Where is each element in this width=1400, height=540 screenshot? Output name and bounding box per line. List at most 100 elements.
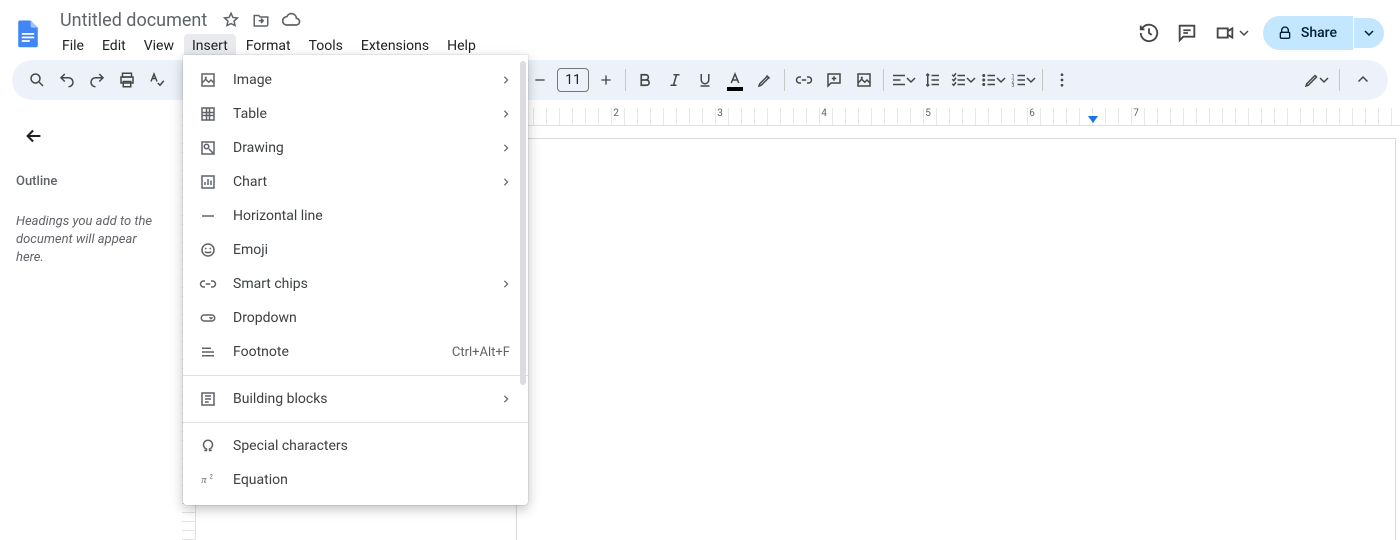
back-arrow-icon[interactable]	[16, 118, 52, 154]
undo-icon[interactable]	[52, 65, 82, 95]
menu-separator	[183, 375, 528, 376]
menu-item-label: Emoji	[233, 242, 510, 258]
svg-text:π: π	[201, 475, 207, 486]
menu-extensions[interactable]: Extensions	[353, 34, 437, 58]
menu-item-label: Image	[233, 72, 486, 88]
more-icon[interactable]	[1047, 65, 1077, 95]
insert-horizontal-line[interactable]: Horizontal line	[183, 199, 528, 233]
insert-building-blocks[interactable]: Building blocks	[183, 382, 528, 416]
menu-item-label: Chart	[233, 174, 486, 190]
menu-view[interactable]: View	[136, 34, 182, 58]
equation-icon: π2	[199, 471, 217, 489]
editing-mode-dropdown[interactable]	[1301, 71, 1331, 89]
bold-icon[interactable]	[630, 65, 660, 95]
insert-smart-chips[interactable]: Smart chips	[183, 267, 528, 301]
outline-hint: Headings you add to the document will ap…	[16, 213, 166, 268]
ruler-number: 4	[821, 108, 827, 119]
insert-chart[interactable]: Chart	[183, 165, 528, 199]
share-button[interactable]: Share	[1263, 16, 1353, 50]
collapse-icon[interactable]	[1348, 65, 1378, 95]
menu-item-label: Horizontal line	[233, 208, 510, 224]
insert-menu-dropdown: Image Table Drawing Chart Horizontal line Emo…	[183, 55, 528, 505]
menu-separator	[183, 422, 528, 423]
menu-tools[interactable]: Tools	[301, 34, 351, 58]
font-size-increase-icon[interactable]	[591, 65, 621, 95]
font-size-input[interactable]: 11	[557, 68, 589, 92]
bulleted-list-dropdown[interactable]	[978, 71, 1008, 89]
submenu-arrow-icon	[502, 110, 510, 118]
dropdown-icon	[199, 309, 217, 327]
menu-item-label: Equation	[233, 472, 510, 488]
menu-format[interactable]: Format	[238, 34, 299, 58]
insert-image-icon[interactable]	[849, 65, 879, 95]
menu-item-label: Table	[233, 106, 486, 122]
insert-footnote[interactable]: Footnote Ctrl+Alt+F	[183, 335, 528, 369]
document-page[interactable]	[516, 138, 1396, 540]
chip-icon	[199, 275, 217, 293]
ruler-number: 2	[613, 108, 619, 119]
footnote-icon	[199, 343, 217, 361]
menu-item-label: Footnote	[233, 344, 436, 360]
omega-icon	[199, 437, 217, 455]
align-dropdown[interactable]	[888, 71, 918, 89]
ruler-marker-icon[interactable]	[1088, 116, 1098, 123]
cloud-status-icon[interactable]	[281, 10, 301, 30]
font-size-decrease-icon[interactable]	[525, 65, 555, 95]
text-color-icon[interactable]	[720, 65, 750, 95]
share-button-label: Share	[1301, 25, 1337, 41]
submenu-arrow-icon	[502, 280, 510, 288]
menu-shortcut: Ctrl+Alt+F	[452, 345, 510, 360]
outline-sidebar: Outline Headings you add to the document…	[0, 108, 182, 540]
search-icon[interactable]	[22, 65, 52, 95]
submenu-arrow-icon	[502, 144, 510, 152]
share-more-button[interactable]	[1354, 18, 1384, 48]
menu-file[interactable]: File	[54, 34, 92, 58]
spellcheck-icon[interactable]	[142, 65, 172, 95]
checklist-dropdown[interactable]	[948, 71, 978, 89]
numbered-list-dropdown[interactable]: 123	[1008, 71, 1038, 89]
insert-special-characters[interactable]: Special characters	[183, 429, 528, 463]
submenu-arrow-icon	[502, 178, 510, 186]
insert-dropdown[interactable]: Dropdown	[183, 301, 528, 335]
submenu-arrow-icon	[502, 76, 510, 84]
dropdown-scrollbar[interactable]	[520, 61, 526, 385]
move-icon[interactable]	[251, 10, 271, 30]
docs-logo[interactable]	[10, 15, 46, 51]
submenu-arrow-icon	[502, 395, 510, 403]
menu-item-label: Smart chips	[233, 276, 486, 292]
comments-icon[interactable]	[1175, 21, 1199, 45]
insert-table[interactable]: Table	[183, 97, 528, 131]
menu-item-label: Drawing	[233, 140, 486, 156]
insert-emoji[interactable]: Emoji	[183, 233, 528, 267]
menu-item-label: Building blocks	[233, 391, 486, 407]
meet-caret-icon[interactable]	[1239, 28, 1249, 38]
line-spacing-icon[interactable]	[918, 65, 948, 95]
blocks-icon	[199, 390, 217, 408]
svg-text:2: 2	[210, 474, 214, 481]
history-icon[interactable]	[1137, 21, 1161, 45]
document-title[interactable]: Untitled document	[56, 9, 211, 32]
chart-icon	[199, 173, 217, 191]
emoji-icon	[199, 241, 217, 259]
underline-icon[interactable]	[690, 65, 720, 95]
redo-icon[interactable]	[82, 65, 112, 95]
add-comment-icon[interactable]	[819, 65, 849, 95]
insert-equation[interactable]: π2 Equation	[183, 463, 528, 497]
italic-icon[interactable]	[660, 65, 690, 95]
insert-drawing[interactable]: Drawing	[183, 131, 528, 165]
menubar: FileEditViewInsertFormatToolsExtensionsH…	[52, 34, 484, 58]
meet-icon[interactable]	[1213, 21, 1237, 45]
print-icon[interactable]	[112, 65, 142, 95]
star-icon[interactable]	[221, 10, 241, 30]
menu-insert[interactable]: Insert	[184, 34, 236, 58]
insert-link-icon[interactable]	[789, 65, 819, 95]
table-icon	[199, 105, 217, 123]
menu-help[interactable]: Help	[439, 34, 484, 58]
menu-item-label: Special characters	[233, 438, 510, 454]
menu-item-label: Dropdown	[233, 310, 510, 326]
insert-image[interactable]: Image	[183, 63, 528, 97]
highlight-icon[interactable]	[750, 65, 780, 95]
ruler-number: 6	[1029, 108, 1035, 119]
menu-edit[interactable]: Edit	[94, 34, 134, 58]
ruler-number: 3	[717, 108, 723, 119]
